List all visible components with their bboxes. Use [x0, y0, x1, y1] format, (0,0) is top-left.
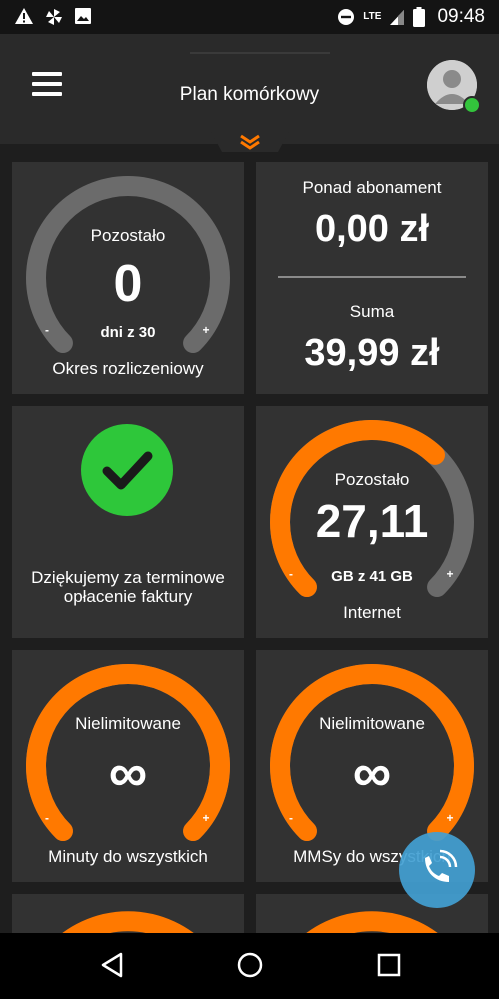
call-fab-button[interactable]: [399, 832, 475, 908]
gauge-label: Nielimitowane: [75, 714, 181, 733]
payment-success-badge: [81, 424, 173, 516]
header-divider: [190, 52, 330, 54]
status-bar-right: LTE 09:48: [337, 6, 485, 28]
warning-icon: [15, 8, 33, 24]
card-caption: Minuty do wszystkich: [48, 847, 208, 866]
gauge-value: 0: [113, 255, 143, 313]
page-title: Plan komórkowy: [179, 84, 320, 105]
clock: 09:48: [437, 6, 485, 27]
recents-icon[interactable]: [376, 951, 402, 979]
gauge-value: ∞: [352, 743, 392, 803]
do-not-disturb-icon: [338, 9, 355, 25]
card-caption: Okres rozliczeniowy: [52, 359, 204, 378]
gauge-minus: -: [289, 811, 293, 825]
battery-icon: [413, 7, 426, 27]
gauge-plus: +: [446, 811, 454, 825]
signal-icon: [390, 10, 405, 25]
gauge-value: 27,11: [315, 495, 429, 547]
billing-period-card[interactable]: - + Pozostało 0 dni z 30 Okres rozliczen…: [12, 162, 244, 394]
gauge-minus: -: [45, 811, 49, 825]
billing-summary-card[interactable]: Ponad abonament 0,00 zł Suma 39,99 zł: [256, 162, 488, 394]
image-icon: [75, 8, 91, 24]
gauge-value: ∞: [108, 743, 148, 803]
payment-message: Dziękujemy za terminowe opłacenie faktur…: [31, 568, 225, 606]
pinwheel-icon: [46, 9, 62, 25]
over-plan-title: Ponad abonament: [302, 178, 442, 197]
gauge-label: Pozostało: [334, 470, 410, 489]
system-nav-bar: [0, 933, 499, 999]
card-caption: Internet: [343, 603, 401, 622]
double-chevron-down-icon[interactable]: [238, 134, 262, 150]
app-header: Plan komórkowy: [0, 34, 499, 144]
gauge-sub: dni z 30: [100, 324, 156, 341]
checkmark-icon: [102, 451, 153, 490]
over-plan-value: 0,00 zł: [314, 208, 430, 250]
gauge-sub: GB z 41 GB: [331, 568, 413, 585]
network-type-label: LTE: [363, 11, 382, 22]
home-icon[interactable]: [236, 951, 264, 979]
summary-divider: [278, 276, 466, 278]
status-bar-left: [14, 7, 92, 27]
phone-call-icon: [425, 849, 458, 882]
gauge-label: Nielimitowane: [319, 714, 425, 733]
payment-status-card[interactable]: Dziękujemy za terminowe opłacenie faktur…: [12, 406, 244, 638]
status-bar: LTE 09:48: [0, 0, 499, 34]
gauge-label: Pozostało: [90, 226, 166, 245]
minutes-card[interactable]: - + Nielimitowane ∞ Minuty do wszystkich: [12, 650, 244, 882]
back-icon[interactable]: [99, 951, 125, 979]
internet-card[interactable]: - + Pozostało 27,11 GB z 41 GB Internet: [256, 406, 488, 638]
total-value: 39,99 zł: [304, 332, 440, 374]
gauge-plus: +: [202, 811, 210, 825]
total-title: Suma: [349, 302, 395, 321]
online-status-dot: [463, 96, 481, 114]
